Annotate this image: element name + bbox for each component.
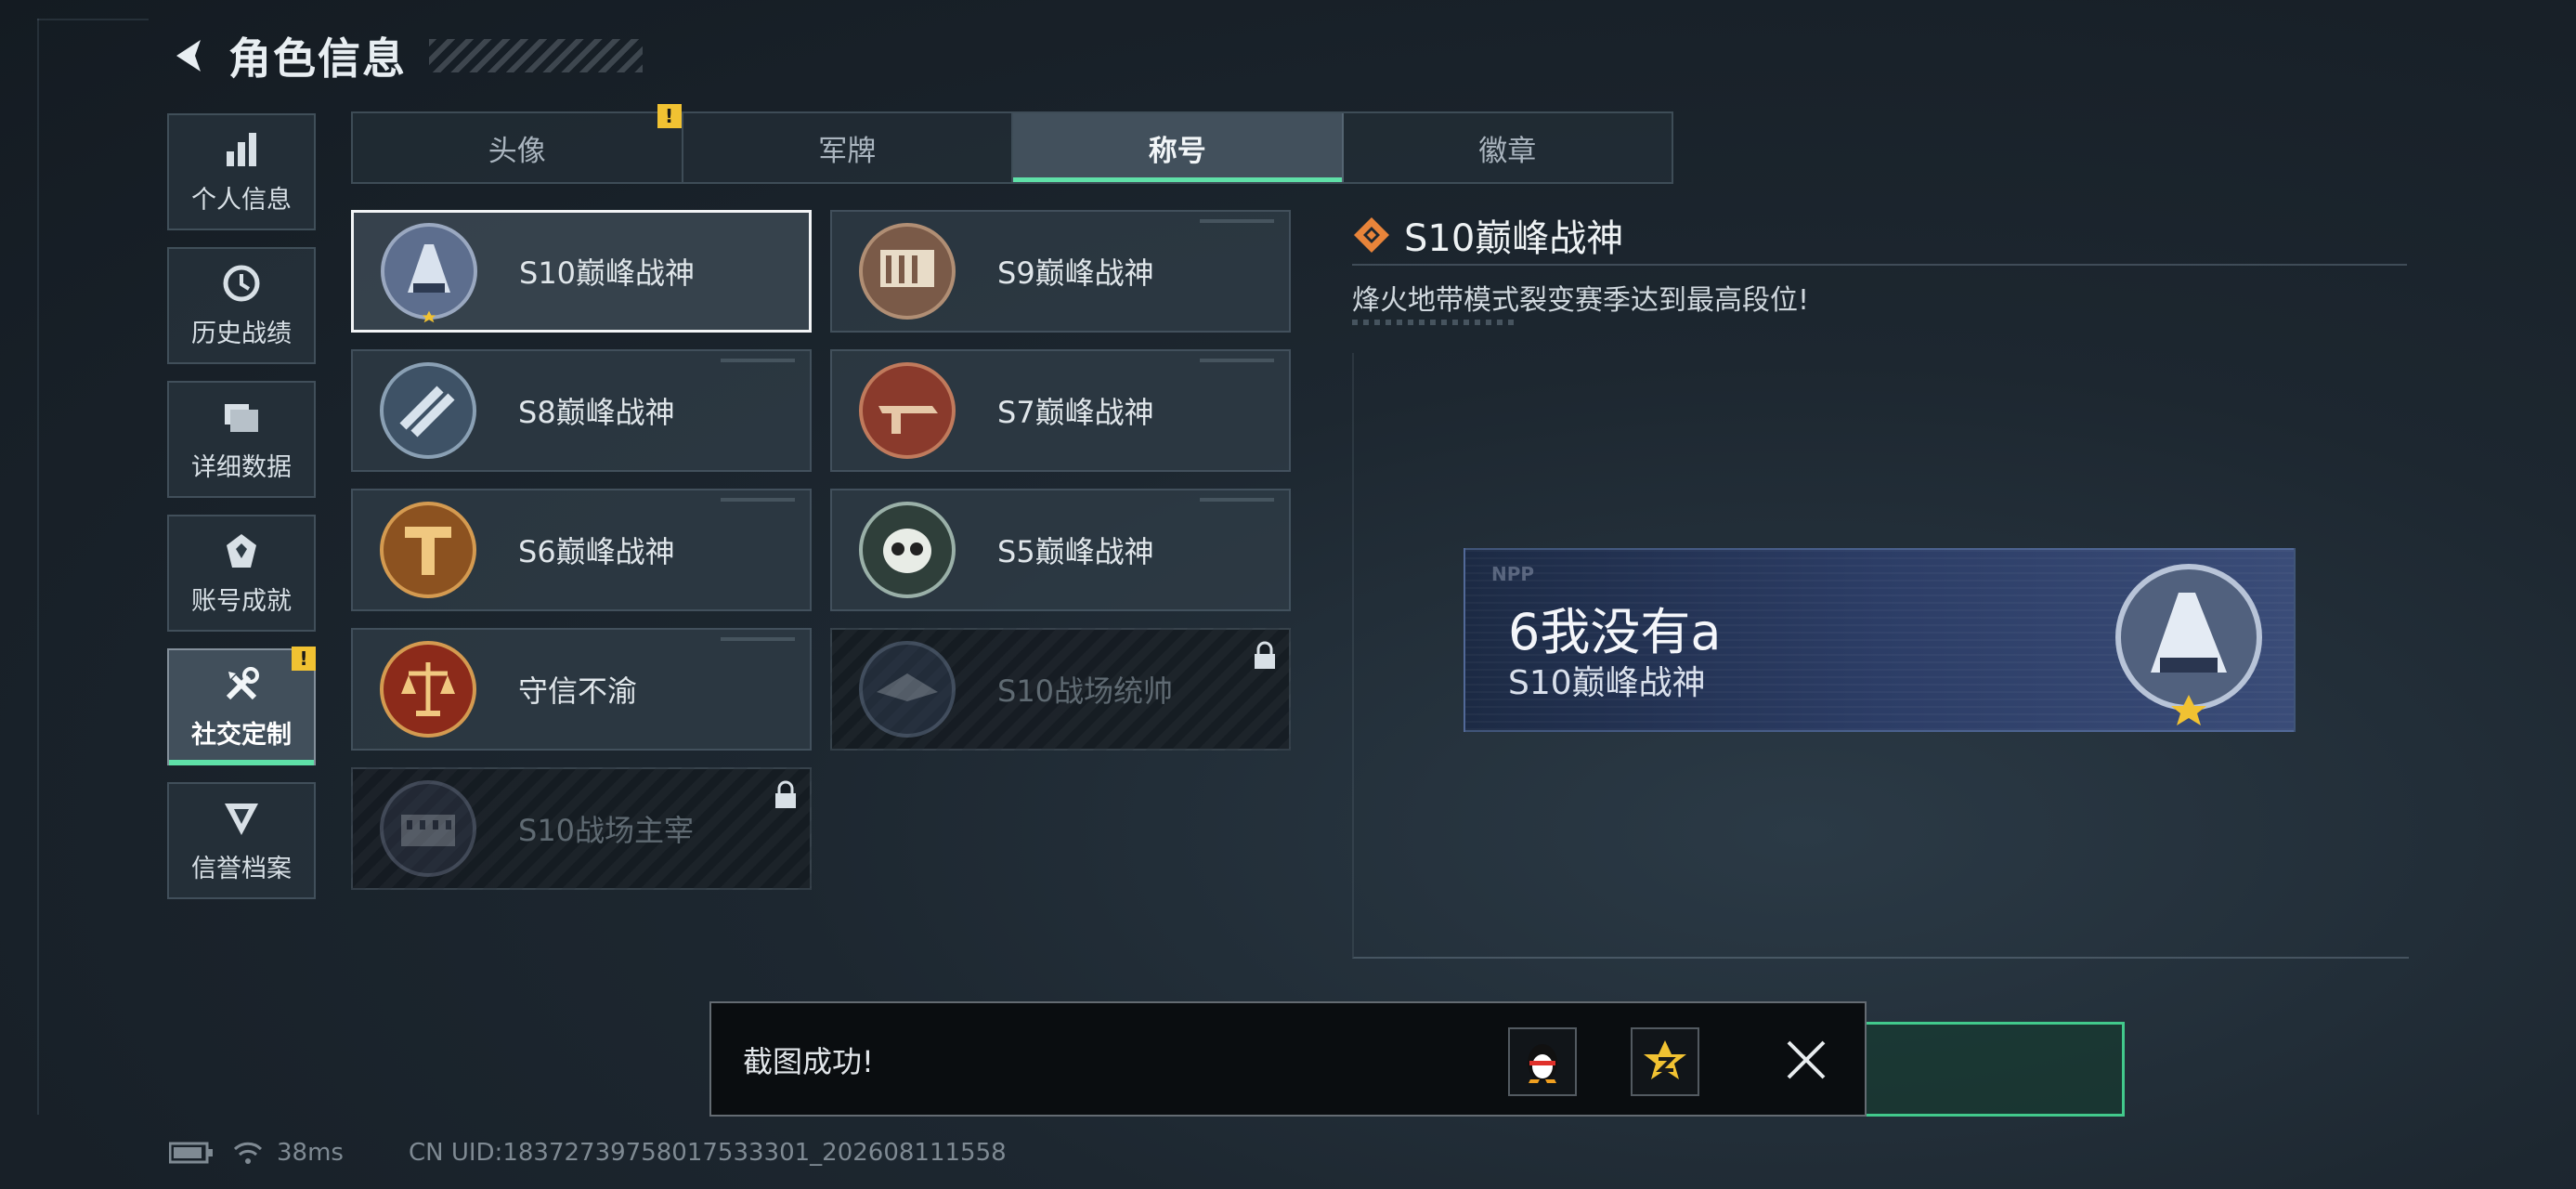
nav-item-credit-record[interactable]: 信誉档案 — [167, 782, 316, 899]
title-card-label: 守信不渝 — [518, 673, 638, 709]
title-card-s10-commander[interactable]: S10战场统帅 — [830, 628, 1291, 751]
nav-label: 信誉档案 — [191, 854, 292, 883]
left-nav: 个人信息 历史战绩 详细数据 账号成就 ! 社交定制 信誉档案 — [167, 113, 318, 916]
back-arrow-icon[interactable] — [167, 34, 210, 77]
nameplate-preview: NPP 6我没有a S10巅峰战神 — [1464, 548, 2296, 732]
detail-decoration — [1352, 320, 1519, 325]
card-decoration — [1200, 498, 1274, 502]
nav-item-personal-info[interactable]: 个人信息 — [167, 113, 316, 230]
s10-emblem-icon — [376, 218, 482, 324]
nav-label: 历史战绩 — [191, 319, 292, 348]
frame-line-top — [37, 19, 149, 22]
title-card-s10[interactable]: S10巅峰战神 — [351, 210, 812, 333]
tab-title[interactable]: 称号 — [1013, 113, 1344, 182]
folder-icon — [221, 397, 262, 438]
nameplate-title: S10巅峰战神 — [1508, 664, 1706, 702]
detail-title: S10巅峰战神 — [1404, 217, 1624, 260]
scales-emblem-icon — [375, 636, 481, 742]
s6-emblem-icon — [375, 497, 481, 603]
card-decoration — [1200, 359, 1274, 362]
title-card-label: S10战场主宰 — [518, 813, 695, 848]
commander-emblem-icon — [854, 636, 960, 742]
close-icon[interactable] — [1783, 1037, 1829, 1083]
nav-label: 账号成就 — [191, 586, 292, 616]
nav-item-achievements[interactable]: 账号成就 — [167, 515, 316, 632]
nav-label: 个人信息 — [191, 185, 292, 215]
achievement-icon — [221, 530, 262, 571]
s9-emblem-icon — [854, 218, 960, 324]
title-card-label: S10巅峰战神 — [519, 255, 696, 291]
title-card-label: S5巅峰战神 — [997, 534, 1154, 569]
title-card-label: S6巅峰战神 — [518, 534, 675, 569]
tab-dog-tag[interactable]: 军牌 — [683, 113, 1013, 182]
qq-penguin-icon — [1528, 1044, 1557, 1083]
header-decoration — [429, 39, 643, 72]
title-card-s8[interactable]: S8巅峰战神 — [351, 349, 812, 472]
card-decoration — [721, 637, 795, 641]
s10-emblem-icon — [2102, 555, 2275, 728]
qzone-star-icon — [1644, 1040, 1686, 1079]
nameplate-logo: NPP — [1491, 563, 1535, 585]
tab-badge[interactable]: 徽章 — [1344, 113, 1672, 182]
title-card-s7[interactable]: S7巅峰战神 — [830, 349, 1291, 472]
shield-icon — [221, 798, 262, 839]
uid-text: CN UID:18372739758017533301_202608111558 — [408, 1139, 1007, 1167]
wifi-icon — [232, 1139, 264, 1167]
frame-line-left — [37, 19, 41, 1115]
header: 角色信息 — [167, 28, 643, 84]
s8-emblem-icon — [375, 358, 481, 464]
battery-icon — [168, 1141, 214, 1165]
detail-description: 烽火地带模式裂变赛季达到最高段位! — [1352, 284, 1810, 317]
title-card-label: S8巅峰战神 — [518, 395, 675, 430]
ping-value: 38ms — [277, 1139, 344, 1167]
title-card-s10-dominator[interactable]: S10战场主宰 — [351, 767, 812, 890]
title-card-s5[interactable]: S5巅峰战神 — [830, 489, 1291, 611]
card-decoration — [721, 359, 795, 362]
card-decoration — [1200, 219, 1274, 223]
tab-bar: 头像 ! 军牌 称号 徽章 — [351, 104, 1673, 184]
detail-header: S10巅峰战神 — [1352, 208, 1623, 262]
status-footer: 38ms CN UID:18372739758017533301_2026081… — [168, 1139, 1007, 1167]
colosseum-emblem-icon — [375, 776, 481, 882]
title-card-label: S9巅峰战神 — [997, 255, 1154, 291]
clock-icon — [221, 263, 262, 304]
nav-item-detailed-data[interactable]: 详细数据 — [167, 381, 316, 498]
alert-badge: ! — [292, 647, 316, 671]
tab-label: 徽章 — [1478, 134, 1537, 168]
s5-emblem-icon — [854, 497, 960, 603]
tab-avatar[interactable]: 头像 ! — [353, 104, 683, 182]
title-card-s6[interactable]: S6巅峰战神 — [351, 489, 812, 611]
lock-icon — [1252, 641, 1278, 671]
alert-badge: ! — [657, 104, 682, 128]
page-title: 角色信息 — [228, 33, 407, 84]
title-card-label: S7巅峰战神 — [997, 395, 1154, 430]
toast-message: 截图成功! — [743, 1044, 874, 1079]
nav-label: 社交定制 — [191, 720, 292, 750]
title-card-loyal[interactable]: 守信不渝 — [351, 628, 812, 751]
share-qzone-button[interactable] — [1631, 1027, 1699, 1096]
tab-label: 头像 — [488, 134, 546, 168]
lock-icon — [773, 780, 799, 810]
nav-item-history[interactable]: 历史战绩 — [167, 247, 316, 364]
card-decoration — [721, 498, 795, 502]
nameplate-player-name: 6我没有a — [1508, 603, 1722, 661]
bar-chart-icon — [221, 129, 262, 170]
nav-item-social-custom[interactable]: ! 社交定制 — [167, 647, 316, 765]
nav-label: 详细数据 — [191, 452, 292, 482]
diamond-icon — [1352, 216, 1391, 255]
title-card-s9[interactable]: S9巅峰战神 — [830, 210, 1291, 333]
divider — [1352, 264, 2407, 266]
tools-icon — [221, 664, 262, 705]
screenshot-toast: 截图成功! — [709, 1001, 1867, 1117]
tab-label: 称号 — [1148, 134, 1206, 168]
share-qq-button[interactable] — [1508, 1027, 1577, 1096]
title-card-label: S10战场统帅 — [997, 673, 1174, 709]
tab-label: 军牌 — [818, 134, 877, 168]
s7-emblem-icon — [854, 358, 960, 464]
